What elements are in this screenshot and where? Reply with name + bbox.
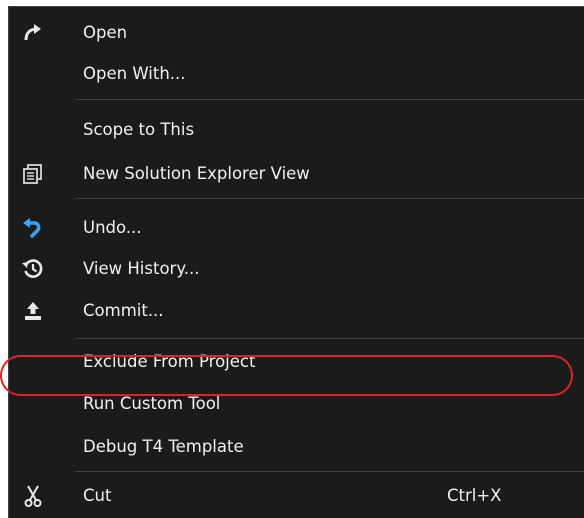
menu-item-new-solution-explorer-view[interactable]: New Solution Explorer View xyxy=(9,155,584,193)
menu-separator xyxy=(75,471,584,472)
menu-item-cut[interactable]: Cut Ctrl+X xyxy=(9,477,584,515)
menu-item-label: Commit... xyxy=(83,301,164,320)
menu-item-label: Debug T4 Template xyxy=(83,437,244,456)
context-menu: Open Open With... Scope to This New Solu… xyxy=(8,6,584,518)
menu-item-label: New Solution Explorer View xyxy=(83,164,310,183)
menu-item-exclude-from-project[interactable]: Exclude From Project xyxy=(9,343,584,381)
open-arrow-icon xyxy=(21,21,45,45)
menu-item-label: Run Custom Tool xyxy=(83,394,221,413)
menu-item-open-with[interactable]: Open With... xyxy=(9,55,584,93)
undo-icon xyxy=(21,216,45,240)
menu-item-view-history[interactable]: View History... xyxy=(9,250,584,288)
menu-item-open[interactable]: Open xyxy=(9,14,584,52)
menu-item-undo[interactable]: Undo... xyxy=(9,209,584,247)
menu-separator xyxy=(75,198,584,199)
menu-item-label: View History... xyxy=(83,259,200,278)
menu-separator xyxy=(75,99,584,100)
history-icon xyxy=(21,257,45,281)
menu-item-label: Undo... xyxy=(83,218,142,237)
menu-item-scope-to-this[interactable]: Scope to This xyxy=(9,111,584,149)
solution-explorer-view-icon xyxy=(21,162,45,186)
commit-icon xyxy=(21,299,45,323)
cut-icon xyxy=(21,484,45,508)
menu-item-debug-t4-template[interactable]: Debug T4 Template xyxy=(9,428,584,466)
menu-separator xyxy=(75,338,584,339)
shortcut-label: Ctrl+X xyxy=(447,486,502,505)
menu-item-label: Cut xyxy=(83,486,112,505)
menu-item-commit[interactable]: Commit... xyxy=(9,292,584,330)
menu-item-label: Open xyxy=(83,23,128,42)
menu-item-label: Scope to This xyxy=(83,120,195,139)
menu-item-label: Exclude From Project xyxy=(83,352,256,371)
menu-item-label: Open With... xyxy=(83,64,186,83)
menu-item-run-custom-tool[interactable]: Run Custom Tool xyxy=(9,385,584,423)
